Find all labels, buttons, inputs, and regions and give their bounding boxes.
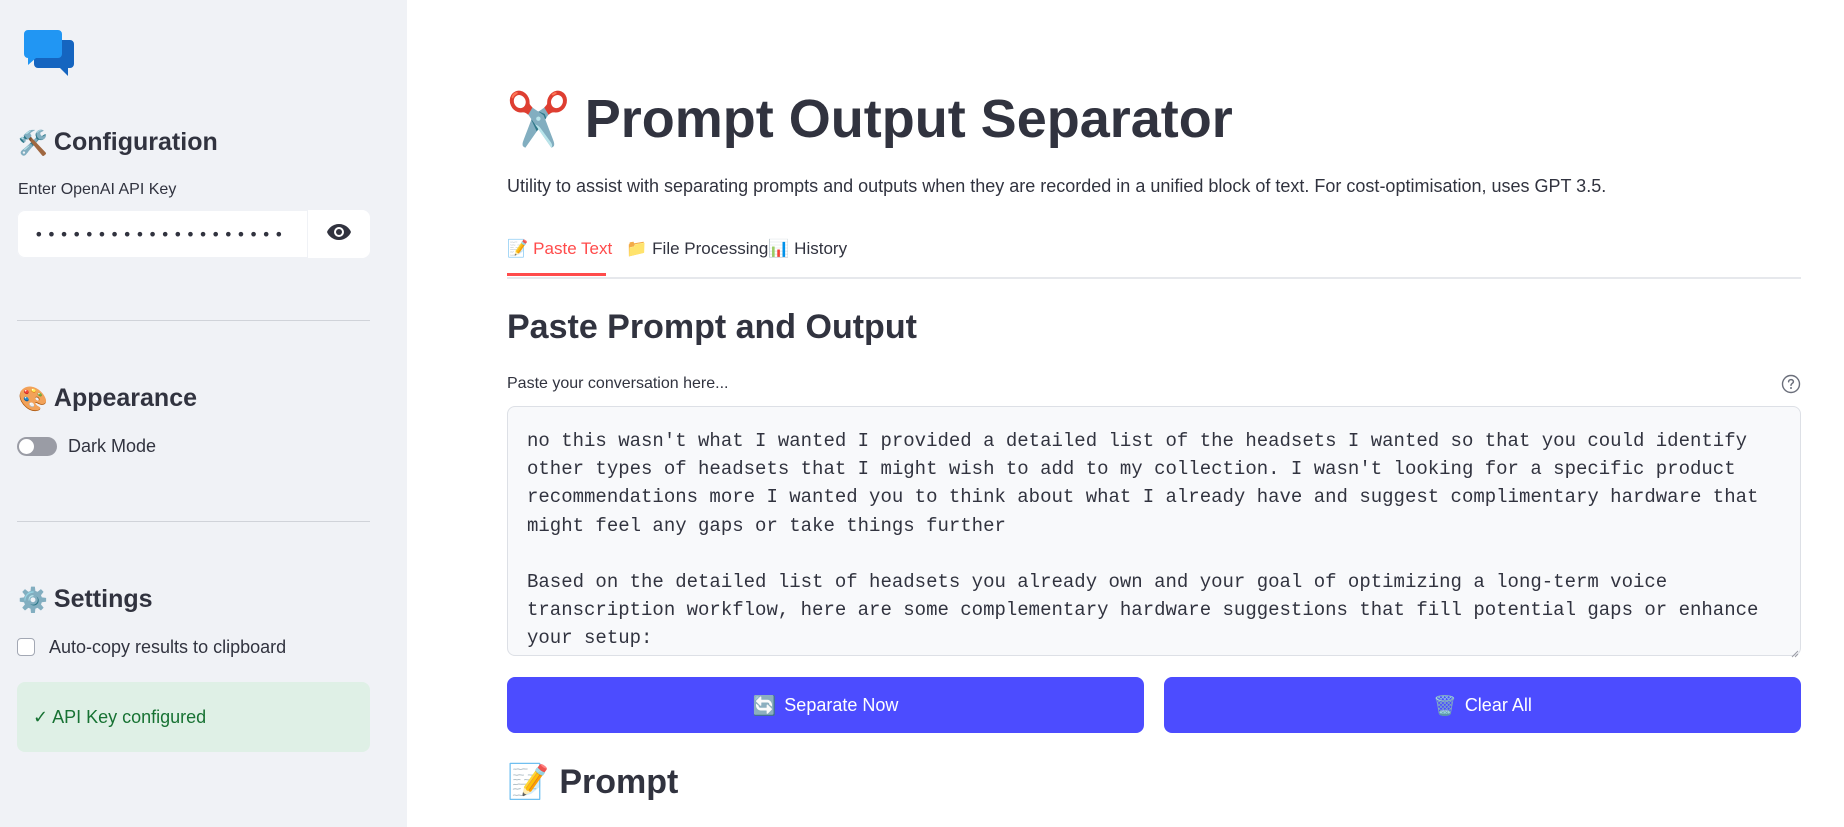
page-title-text: Prompt Output Separator [584, 89, 1233, 149]
appearance-heading: 🎨 Appearance [18, 384, 197, 413]
auto-copy-checkbox[interactable] [17, 638, 35, 656]
gear-icon: ⚙️ [18, 585, 48, 614]
main-content: ✂️ Prompt Output Separator Utility to as… [407, 0, 1844, 827]
settings-title: Settings [53, 585, 153, 613]
eye-icon [326, 223, 352, 246]
dark-mode-toggle[interactable] [17, 437, 57, 456]
separate-now-button[interactable]: 🔄 Separate Now [507, 677, 1144, 733]
auto-copy-label: Auto-copy results to clipboard [49, 637, 287, 657]
sidebar-divider [17, 320, 370, 321]
tab-history[interactable]: 📊 History [768, 239, 847, 273]
memo-icon: 📝 [507, 239, 529, 258]
appearance-title: Appearance [53, 384, 198, 412]
sidebar-divider [17, 521, 370, 522]
api-key-field [17, 210, 370, 258]
api-key-status-alert: ✓ API Key configured [17, 682, 370, 752]
prompt-heading: 📝 Prompt [507, 762, 678, 802]
refresh-icon: 🔄 [752, 694, 777, 717]
help-icon[interactable] [1781, 374, 1801, 394]
api-key-input[interactable] [17, 210, 308, 258]
prompt-heading-text: Prompt [559, 762, 679, 801]
chat-bubbles-logo-icon [24, 30, 74, 76]
active-tab-indicator [507, 273, 606, 276]
palette-icon: 🎨 [18, 384, 48, 413]
trash-icon: 🗑️ [1433, 694, 1457, 717]
tab-paste-text[interactable]: 📝 Paste Text [507, 239, 612, 273]
resize-handle-icon[interactable] [1789, 645, 1799, 658]
show-password-button[interactable] [308, 210, 370, 258]
page-title: ✂️ Prompt Output Separator [506, 88, 1233, 150]
configuration-heading: 🛠️ Configuration [18, 128, 218, 157]
api-key-status-text: ✓ API Key configured [33, 706, 207, 727]
clear-all-button[interactable]: 🗑️ Clear All [1164, 677, 1801, 733]
textarea-label: Paste your conversation here... [507, 375, 729, 392]
tab-label: Paste Text [533, 239, 613, 258]
toggle-knob [19, 439, 34, 454]
section-heading: Paste Prompt and Output [507, 308, 917, 346]
settings-heading: ⚙️ Settings [18, 585, 153, 614]
folder-icon: 📁 [626, 239, 648, 258]
memo-icon: 📝 [507, 762, 550, 802]
tab-label: File Processing [652, 239, 769, 258]
separate-now-label: Separate Now [784, 694, 899, 715]
api-key-label: Enter OpenAI API Key [18, 181, 177, 198]
bar-chart-icon: 📊 [768, 239, 790, 258]
conversation-textarea[interactable] [507, 406, 1801, 656]
dark-mode-label: Dark Mode [68, 436, 157, 456]
page-subtitle: Utility to assist with separating prompt… [507, 176, 1607, 196]
configuration-title: Configuration [53, 128, 218, 156]
tab-file-processing[interactable]: 📁 File Processing [626, 239, 768, 273]
tab-label: History [794, 239, 848, 258]
scissors-icon: ✂️ [506, 89, 571, 150]
tab-bar: 📝 Paste Text 📁 File Processing 📊 History [507, 235, 1801, 279]
clear-all-label: Clear All [1464, 694, 1532, 715]
tools-icon: 🛠️ [18, 128, 48, 157]
sidebar: 🛠️ Configuration Enter OpenAI API Key 🎨 … [0, 0, 407, 827]
